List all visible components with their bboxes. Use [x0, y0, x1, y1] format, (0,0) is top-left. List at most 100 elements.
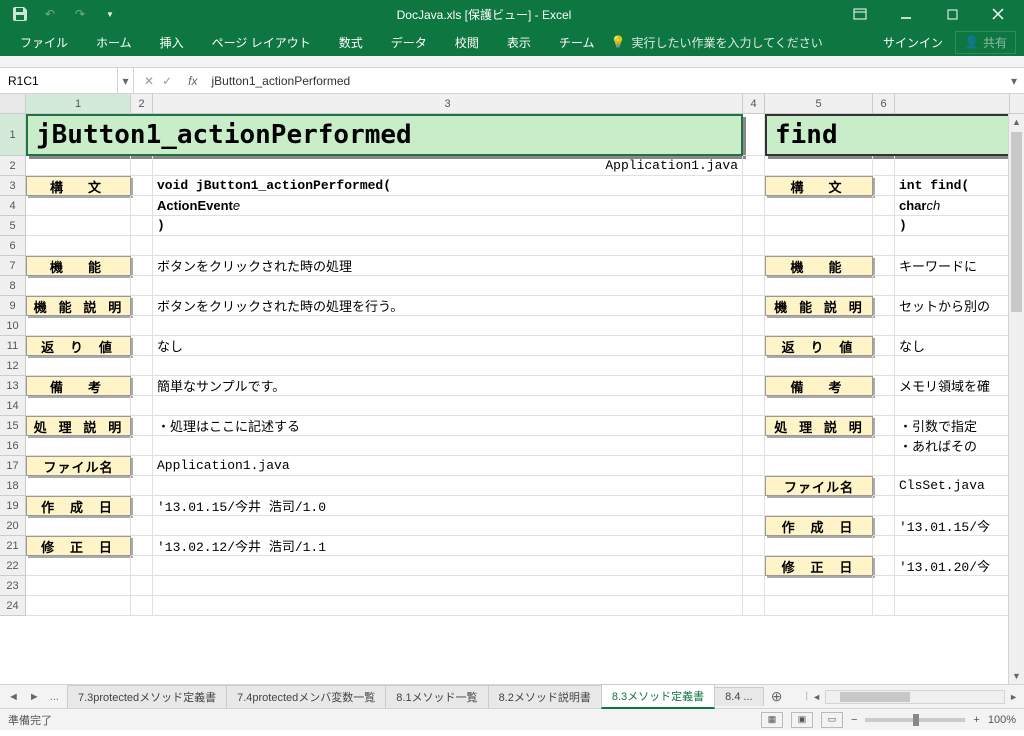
sheet-tab[interactable]: 7.4protectedメンバ変数一覧 — [226, 685, 386, 708]
cell[interactable]: ・引数で指定 — [895, 416, 1010, 436]
row-header[interactable]: 8 — [0, 276, 26, 296]
cells-area[interactable]: jButton1_actionPerformed find Applicatio… — [26, 114, 1024, 616]
label-sakusei[interactable]: 作 成 日 — [26, 496, 131, 516]
row-header[interactable]: 17 — [0, 456, 26, 476]
row-header[interactable]: 9 — [0, 296, 26, 316]
sheet-tab[interactable]: 8.2メソッド説明書 — [488, 685, 602, 708]
share-button[interactable]: 👤 共有 — [955, 31, 1016, 54]
tab-home[interactable]: ホーム — [84, 30, 144, 55]
ribbon-display-icon[interactable] — [838, 0, 882, 28]
cell[interactable]: ・処理はここに記述する — [153, 416, 743, 436]
close-icon[interactable] — [976, 0, 1020, 28]
label-kobun-2[interactable]: 構 文 — [765, 176, 873, 196]
cell[interactable]: int find( — [895, 176, 1010, 196]
cell[interactable]: キーワードに — [895, 256, 1010, 276]
row-header[interactable]: 6 — [0, 236, 26, 256]
cell[interactable]: ボタンをクリックされた時の処理 — [153, 256, 743, 276]
horizontal-scrollbar[interactable] — [825, 690, 1005, 704]
hscroll-right-icon[interactable]: ► — [1009, 692, 1018, 702]
label-file[interactable]: ファイル名 — [26, 456, 131, 476]
col-header-6[interactable]: 6 — [873, 94, 895, 113]
cell[interactable]: '13.01.15/今井 浩司/1.0 — [153, 496, 743, 516]
cell[interactable]: ) — [895, 216, 1010, 236]
col-header-4[interactable]: 4 — [743, 94, 765, 113]
cancel-formula-icon[interactable]: ✕ — [144, 74, 154, 88]
formula-expand-icon[interactable]: ▾ — [1004, 74, 1024, 88]
label-kinou-2[interactable]: 機 能 — [765, 256, 873, 276]
zoom-slider-thumb[interactable] — [913, 714, 919, 726]
label-kinou-setsumei-2[interactable]: 機 能 説 明 — [765, 296, 873, 316]
row-header[interactable]: 21 — [0, 536, 26, 556]
tab-split-handle[interactable]: ⁞ — [805, 691, 808, 703]
col-header-1[interactable]: 1 — [26, 94, 131, 113]
spreadsheet-grid[interactable]: 1 2 3 4 5 6 1 2 3 4 5 6 7 8 9 10 11 12 1… — [0, 94, 1024, 684]
minimize-icon[interactable] — [884, 0, 928, 28]
row-header[interactable]: 20 — [0, 516, 26, 536]
cell[interactable]: Application1.java — [153, 456, 743, 476]
row-header[interactable]: 14 — [0, 396, 26, 416]
row-header[interactable]: 10 — [0, 316, 26, 336]
maximize-icon[interactable] — [930, 0, 974, 28]
qat-dropdown-icon[interactable]: ▼ — [98, 2, 122, 26]
cell-r1c5-title[interactable]: find — [765, 114, 1010, 156]
label-bikou[interactable]: 備 考 — [26, 376, 131, 396]
cell[interactable]: ClsSet.java — [895, 476, 1010, 496]
name-box-dropdown-icon[interactable]: ▾ — [118, 68, 134, 93]
cell[interactable]: Application1.java — [153, 156, 743, 176]
cell[interactable]: '13.01.15/今 — [895, 516, 1010, 536]
view-pagelayout-icon[interactable]: ▣ — [791, 712, 813, 728]
row-header[interactable]: 5 — [0, 216, 26, 236]
scrollbar-thumb[interactable] — [1011, 132, 1022, 312]
row-header[interactable]: 13 — [0, 376, 26, 396]
hscroll-thumb[interactable] — [840, 692, 910, 702]
cell[interactable]: void jButton1_actionPerformed( — [153, 176, 743, 196]
row-header[interactable]: 7 — [0, 256, 26, 276]
tab-file[interactable]: ファイル — [8, 30, 80, 55]
col-header-2[interactable]: 2 — [131, 94, 153, 113]
row-header[interactable]: 24 — [0, 596, 26, 616]
label-sakusei-2[interactable]: 作 成 日 — [765, 516, 873, 536]
zoom-out-icon[interactable]: − — [851, 714, 857, 726]
row-header[interactable]: 15 — [0, 416, 26, 436]
scroll-up-icon[interactable]: ▲ — [1009, 114, 1024, 130]
cell[interactable]: なし — [153, 336, 743, 356]
tab-nav-more[interactable]: ... — [46, 689, 63, 705]
cell[interactable]: '13.01.20/今 — [895, 556, 1010, 576]
row-header[interactable]: 19 — [0, 496, 26, 516]
cell-r1c1-title[interactable]: jButton1_actionPerformed — [26, 114, 743, 156]
label-kinou[interactable]: 機 能 — [26, 256, 131, 276]
label-shori[interactable]: 処 理 説 明 — [26, 416, 131, 436]
select-all-button[interactable] — [0, 94, 26, 113]
fx-icon[interactable]: fx — [182, 74, 203, 88]
cell[interactable]: ・あればその — [895, 436, 1010, 456]
row-header[interactable]: 12 — [0, 356, 26, 376]
undo-icon[interactable]: ↶ — [38, 2, 62, 26]
row-header-1[interactable]: 1 — [0, 114, 26, 156]
tab-review[interactable]: 校閲 — [443, 30, 491, 55]
row-header[interactable]: 16 — [0, 436, 26, 456]
col-header-7[interactable] — [895, 94, 1010, 113]
redo-icon[interactable]: ↷ — [68, 2, 92, 26]
view-normal-icon[interactable]: ▦ — [761, 712, 783, 728]
add-sheet-icon[interactable]: ⊕ — [763, 686, 791, 707]
tab-nav-prev-icon[interactable]: ◄ — [4, 689, 23, 705]
tab-insert[interactable]: 挿入 — [148, 30, 196, 55]
zoom-level[interactable]: 100% — [988, 714, 1016, 726]
tab-team[interactable]: チーム — [547, 30, 607, 55]
formula-input[interactable]: jButton1_actionPerformed — [203, 74, 1004, 88]
label-kinou-setsumei[interactable]: 機 能 説 明 — [26, 296, 131, 316]
cell[interactable]: char ch — [895, 196, 1010, 216]
sheet-tab[interactable]: 7.3protectedメソッド定義書 — [67, 685, 227, 708]
zoom-in-icon[interactable]: + — [973, 714, 979, 726]
label-shusei-2[interactable]: 修 正 日 — [765, 556, 873, 576]
sheet-tab[interactable]: 8.1メソッド一覧 — [385, 685, 488, 708]
row-header[interactable]: 2 — [0, 156, 26, 176]
sheet-tab[interactable]: 8.4 ... — [714, 687, 764, 706]
vertical-scrollbar[interactable]: ▲ ▼ — [1008, 114, 1024, 684]
label-shori-2[interactable]: 処 理 説 明 — [765, 416, 873, 436]
row-header[interactable]: 11 — [0, 336, 26, 356]
name-box[interactable]: R1C1 — [0, 68, 118, 93]
tab-data[interactable]: データ — [379, 30, 439, 55]
tab-view[interactable]: 表示 — [495, 30, 543, 55]
signin-link[interactable]: サインイン — [883, 34, 943, 51]
